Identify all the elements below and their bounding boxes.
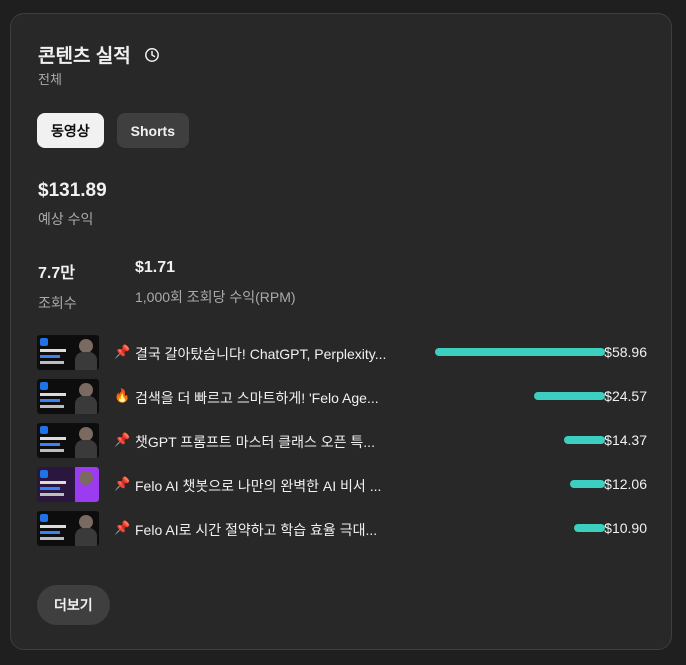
tab-shorts[interactable]: Shorts xyxy=(116,113,189,148)
video-revenue: $14.37 xyxy=(604,432,647,448)
video-thumbnail[interactable] xyxy=(37,335,99,370)
list-item[interactable]: 📌 Felo AI 챗봇으로 나만의 완벽한 AI 비서 ... $12.06 xyxy=(37,466,649,510)
pushpin-icon: 📌 xyxy=(114,476,131,491)
revenue-bar xyxy=(564,436,605,444)
content-performance-card: 콘텐츠 실적 전체 동영상 Shorts $131.89 예상 수익 7.7만 … xyxy=(10,13,672,650)
metric-views: 7.7만 조회수 xyxy=(38,259,77,313)
list-item[interactable]: 📌 챗GPT 프롬프트 마스터 클래스 오픈 특... $14.37 xyxy=(37,422,649,466)
metric-value: 7.7만 xyxy=(38,265,75,282)
list-item[interactable]: 📌 Felo AI로 시간 절약하고 학습 효율 극대... $10.90 xyxy=(37,510,649,554)
video-thumbnail[interactable] xyxy=(37,423,99,458)
card-title: 콘텐츠 실적 xyxy=(38,46,131,67)
video-title[interactable]: 챗GPT 프롬프트 마스터 클래스 오픈 특... xyxy=(135,432,389,452)
video-revenue: $10.90 xyxy=(604,520,647,536)
video-title[interactable]: Felo AI 챗봇으로 나만의 완벽한 AI 비서 ... xyxy=(135,476,389,496)
tab-videos[interactable]: 동영상 xyxy=(37,113,104,148)
metric-rpm: $1.71 1,000회 조회당 수익(RPM) xyxy=(135,259,296,307)
revenue-bar xyxy=(435,348,605,356)
fire-icon: 🔥 xyxy=(114,388,131,403)
card-subtitle: 전체 xyxy=(38,72,62,87)
clock-icon[interactable] xyxy=(144,47,160,63)
estimated-revenue-value: $131.89 xyxy=(38,180,107,201)
video-revenue: $58.96 xyxy=(604,344,647,360)
metric-value: $1.71 xyxy=(135,259,176,276)
pushpin-icon: 📌 xyxy=(114,432,131,447)
video-title[interactable]: 검색을 더 빠르고 스마트하게! 'Felo Age... xyxy=(135,388,389,408)
revenue-bar xyxy=(570,480,605,488)
content-type-tabs: 동영상 Shorts xyxy=(37,113,189,148)
estimated-revenue-label: 예상 수익 xyxy=(38,211,94,227)
list-item[interactable]: 📌 결국 갈아탔습니다! ChatGPT, Perplexity... $58.… xyxy=(37,334,649,378)
video-thumbnail[interactable] xyxy=(37,379,99,414)
metric-label: 1,000회 조회당 수익(RPM) xyxy=(135,289,296,305)
revenue-bar xyxy=(574,524,605,532)
video-revenue: $12.06 xyxy=(604,476,647,492)
video-title[interactable]: Felo AI로 시간 절약하고 학습 효율 극대... xyxy=(135,520,389,540)
title-row: 콘텐츠 실적 xyxy=(38,41,160,68)
metric-label: 조회수 xyxy=(38,295,77,311)
pushpin-icon: 📌 xyxy=(114,344,131,359)
video-revenue: $24.57 xyxy=(604,388,647,404)
see-more-button[interactable]: 더보기 xyxy=(37,585,110,625)
video-thumbnail[interactable] xyxy=(37,511,99,546)
pushpin-icon: 📌 xyxy=(114,520,131,535)
list-item[interactable]: 🔥 검색을 더 빠르고 스마트하게! 'Felo Age... $24.57 xyxy=(37,378,649,422)
video-title[interactable]: 결국 갈아탔습니다! ChatGPT, Perplexity... xyxy=(135,344,389,364)
top-videos-list: 📌 결국 갈아탔습니다! ChatGPT, Perplexity... $58.… xyxy=(37,334,649,554)
revenue-bar xyxy=(534,392,605,400)
video-thumbnail[interactable] xyxy=(37,467,99,502)
